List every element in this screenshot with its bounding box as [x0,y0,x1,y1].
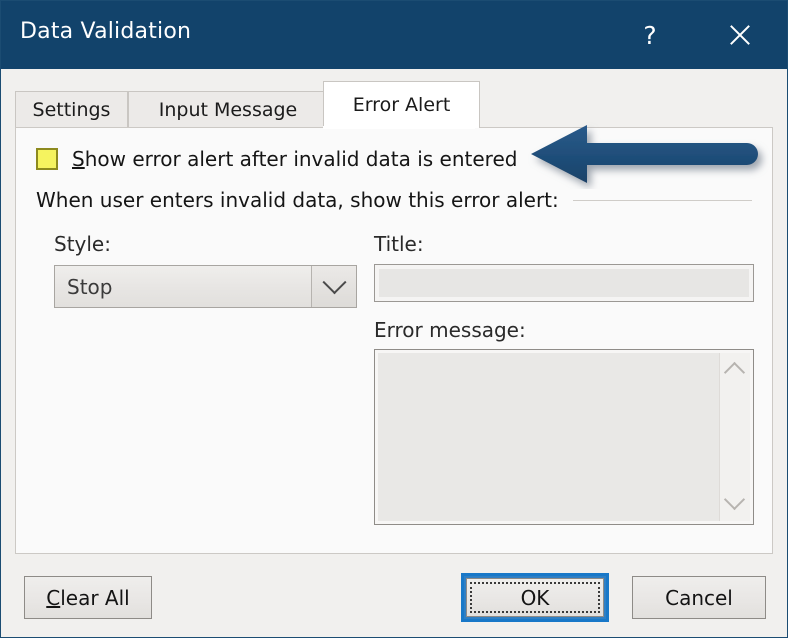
chevron-down-icon[interactable] [723,488,746,511]
close-icon [727,22,753,48]
title-field-label: Title: [374,232,424,256]
help-button[interactable]: ? [628,15,672,55]
group-label: When user enters invalid data, show this… [36,188,559,212]
tab-error-alert-label: Error Alert [352,94,451,116]
error-message-value[interactable] [378,353,719,521]
style-select-dropdown-button[interactable] [311,266,356,307]
question-mark-icon: ? [643,20,657,50]
error-message-label: Error message: [374,318,526,342]
title-input-value [379,269,749,297]
dialog-body: Show error alert after invalid data is e… [1,69,787,637]
cancel-button[interactable]: Cancel [632,576,766,619]
style-select-value: Stop [67,274,113,299]
title-input[interactable] [374,264,754,302]
ok-button-label: OK [520,585,550,610]
tab-error-alert[interactable]: Error Alert [323,81,480,128]
close-button[interactable] [718,15,762,55]
active-tab-seam [323,126,475,129]
ok-button[interactable]: OK [466,578,604,617]
chevron-down-icon [321,270,347,295]
error-message-scrollbar[interactable] [719,353,750,521]
clear-all-label-rest: lear All [60,585,130,610]
group-separator [572,199,752,201]
style-label: Style: [54,232,111,256]
show-error-alert-label[interactable]: Show error alert after invalid data is e… [72,147,517,171]
cancel-button-label: Cancel [665,585,733,610]
clear-all-label: Clear All [46,586,129,610]
tab-panel-error-alert: Show error alert after invalid data is e… [15,127,773,554]
show-error-alert-checkbox[interactable] [36,148,58,170]
window-title: Data Validation [20,19,192,44]
tab-settings[interactable]: Settings [15,91,128,128]
data-validation-dialog: Data Validation ? Show error alert after… [0,0,788,638]
tab-settings-label: Settings [32,99,111,121]
error-message-textarea[interactable] [374,349,754,525]
error-alert-group-header: When user enters invalid data, show this… [36,188,752,212]
clear-all-button[interactable]: Clear All [24,576,152,619]
tab-input-message[interactable]: Input Message [128,91,328,128]
title-bar: Data Validation ? [1,1,787,69]
style-select[interactable]: Stop [54,265,357,308]
tab-input-message-label: Input Message [158,99,298,121]
ok-button-focus-ring: OK [461,573,609,622]
chevron-up-icon[interactable] [723,361,746,384]
show-error-alert-label-rest: how error alert after invalid data is en… [84,147,518,171]
tab-strip: Settings Input Message Error Alert [15,81,773,128]
accel-key: C [46,585,61,610]
accel-key: S [72,147,85,171]
show-error-alert-row[interactable]: Show error alert after invalid data is e… [36,147,517,171]
